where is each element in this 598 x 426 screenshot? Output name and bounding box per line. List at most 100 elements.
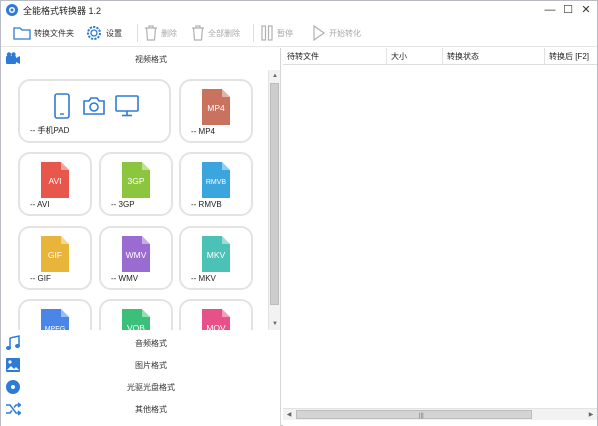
format-card-3gp[interactable]: 3GP -- 3GP (99, 152, 173, 216)
format-grid-scrollbar[interactable]: ▲ ▼ (268, 70, 280, 330)
scrollbar-thumb[interactable] (270, 83, 279, 305)
format-card-mp4[interactable]: MP4 -- MP4 (179, 79, 253, 143)
music-note-icon (6, 335, 20, 350)
category-video[interactable]: 视频格式 (1, 48, 281, 70)
delete-all-button[interactable]: 全部删除 (191, 21, 240, 45)
format-card-gif[interactable]: GIF -- GIF (18, 226, 92, 290)
file-list-horizontal-scrollbar[interactable]: ◀ ||| ▶ (283, 408, 597, 420)
folder-icon (13, 27, 31, 40)
minimize-button[interactable]: — (541, 2, 559, 18)
toolbar: 转换文件夹 设置 删除 全部删除 暂停 开始转化 (1, 19, 597, 47)
mkv-file-icon: MKV (202, 236, 230, 272)
format-card-mov[interactable]: MOV (179, 299, 253, 330)
phone-icon (54, 93, 70, 119)
file-extension-text: MKV (207, 250, 226, 260)
trash-icon (145, 25, 157, 41)
file-extension-text: GIF (48, 250, 62, 260)
settings-button[interactable]: 设置 (85, 21, 122, 45)
open-folder-button[interactable]: 转换文件夹 (13, 21, 74, 45)
file-extension-text: RMVB (206, 179, 227, 186)
file-extension-text: WMV (126, 250, 147, 260)
mov-file-icon: MOV (202, 309, 230, 330)
app-window: 全能格式转换器 1.2 — ☐ ✕ 转换文件夹 设置 删除 全部删除 暂停 开始… (0, 0, 598, 426)
file-extension-text: AVI (48, 176, 61, 186)
column-source-file[interactable]: 待转文件 (283, 48, 387, 65)
format-card-label: -- AVI (30, 200, 50, 209)
close-button[interactable]: ✕ (577, 2, 595, 18)
settings-label: 设置 (106, 28, 122, 38)
category-audio[interactable]: 音频格式 (1, 332, 281, 354)
disc-icon (6, 380, 20, 394)
file-extension-text: MP4 (207, 103, 225, 113)
monitor-icon (115, 95, 139, 117)
file-extension-text: 3GP (127, 176, 144, 186)
format-card-rmvb[interactable]: RMVB -- RMVB (179, 152, 253, 216)
grip-icon: ||| (419, 413, 424, 419)
format-card-avi[interactable]: AVI -- AVI (18, 152, 92, 216)
open-folder-label: 转换文件夹 (34, 28, 74, 38)
vob-file-icon: VOB (122, 309, 150, 330)
format-card-label: -- RMVB (191, 200, 222, 209)
toolbar-divider (253, 24, 254, 42)
format-card-mobile[interactable]: -- 手机PAD (18, 79, 171, 143)
delete-label: 删除 (161, 28, 177, 38)
category-other-label: 其他格式 (135, 405, 167, 414)
wmv-file-icon: WMV (122, 236, 150, 272)
camera-icon (83, 97, 105, 115)
column-size[interactable]: 大小 (387, 48, 443, 65)
mp4-file-icon: MP4 (202, 89, 230, 125)
format-card-label: -- GIF (30, 274, 51, 283)
file-extension-text: MOV (206, 323, 226, 330)
start-convert-button[interactable]: 开始转化 (312, 21, 361, 45)
column-status[interactable]: 转换状态 (443, 48, 545, 65)
scroll-up-arrow-icon[interactable]: ▲ (269, 70, 281, 82)
3gp-file-icon: 3GP (122, 162, 150, 198)
shuffle-icon (6, 402, 21, 416)
title-bar: 全能格式转换器 1.2 — ☐ ✕ (1, 1, 597, 19)
format-card-mpeg[interactable]: MPEG (18, 299, 92, 330)
start-convert-label: 开始转化 (329, 28, 361, 38)
file-extension-text: VOB (127, 323, 145, 330)
gif-file-icon: GIF (41, 236, 69, 272)
pause-label: 暂停 (277, 28, 293, 38)
file-list-header: 待转文件 大小 转换状态 转换后 [F2] (283, 48, 597, 65)
category-video-label: 视频格式 (135, 55, 167, 64)
scrollbar-thumb[interactable]: ||| (296, 410, 532, 419)
maximize-button[interactable]: ☐ (559, 2, 577, 18)
file-extension-text: MPEG (45, 326, 66, 330)
image-icon (6, 358, 20, 372)
video-camera-icon (6, 52, 20, 64)
avi-file-icon: AVI (41, 162, 69, 198)
pause-button[interactable]: 暂停 (260, 21, 293, 45)
format-card-label: -- 手机PAD (30, 126, 70, 135)
scroll-down-arrow-icon[interactable]: ▼ (269, 318, 281, 330)
rmvb-file-icon: RMVB (202, 162, 230, 198)
format-card-wmv[interactable]: WMV -- WMV (99, 226, 173, 290)
delete-all-label: 全部删除 (208, 28, 240, 38)
format-card-vob[interactable]: VOB (99, 299, 173, 330)
play-icon (313, 24, 326, 42)
format-card-mkv[interactable]: MKV -- MKV (179, 226, 253, 290)
scroll-right-arrow-icon[interactable]: ▶ (585, 409, 597, 421)
category-disc-label: 光驱光盘格式 (127, 383, 175, 392)
gear-icon (87, 26, 101, 40)
category-image-label: 图片格式 (135, 361, 167, 370)
window-title: 全能格式转换器 1.2 (23, 6, 102, 16)
format-card-label: -- MKV (191, 274, 216, 283)
scroll-left-arrow-icon[interactable]: ◀ (283, 409, 295, 421)
category-other[interactable]: 其他格式 (1, 398, 281, 420)
format-card-label: -- WMV (111, 274, 139, 283)
category-image[interactable]: 图片格式 (1, 354, 281, 376)
mpeg-file-icon: MPEG (41, 309, 69, 330)
column-output[interactable]: 转换后 [F2] (545, 48, 597, 65)
format-panel: 视频格式 -- 手机PAD MP4 -- MP4 AVI -- AVI 3GP … (1, 48, 281, 426)
file-list-panel: 待转文件 大小 转换状态 转换后 [F2] ◀ ||| ▶ (283, 48, 597, 426)
category-audio-label: 音频格式 (135, 339, 167, 348)
trash-all-icon (192, 25, 204, 41)
pause-icon (261, 25, 273, 41)
category-disc[interactable]: 光驱光盘格式 (1, 376, 281, 398)
toolbar-divider (137, 24, 138, 42)
delete-button[interactable]: 删除 (144, 21, 177, 45)
format-card-label: -- MP4 (191, 127, 215, 136)
format-card-label: -- 3GP (111, 200, 135, 209)
